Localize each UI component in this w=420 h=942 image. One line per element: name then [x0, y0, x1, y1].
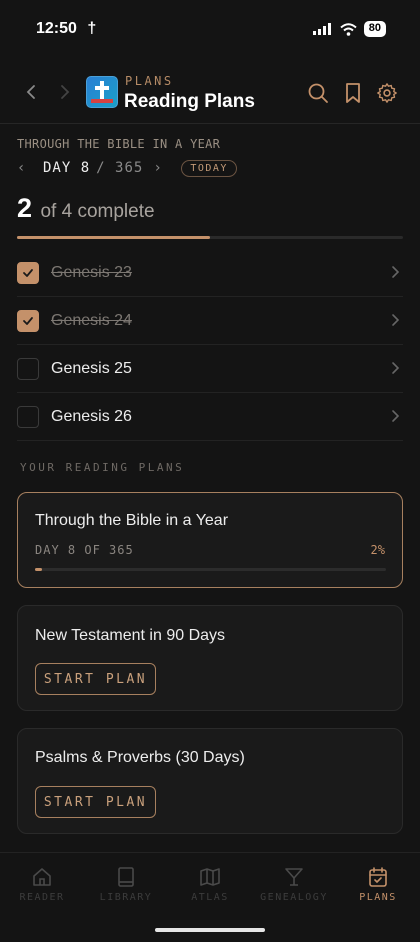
chapter-row[interactable]: Genesis 26 — [17, 393, 403, 441]
plan-card-active[interactable]: Through the Bible in a Year DAY 8 OF 365… — [17, 492, 403, 588]
chevron-right-icon — [392, 314, 400, 326]
chapter-label: Genesis 24 — [51, 311, 132, 329]
back-arrow-icon[interactable] — [22, 82, 42, 102]
chapter-checkbox[interactable] — [17, 357, 39, 380]
plan-progress-bar — [35, 568, 386, 571]
tab-label: LIBRARY — [99, 892, 153, 903]
completed-count: 2 — [17, 193, 33, 223]
start-plan-button[interactable]: START PLAN — [35, 786, 156, 818]
tab-plans[interactable]: PLANS — [336, 865, 420, 903]
status-time: 12:50 † — [36, 20, 96, 38]
plan-card-title: New Testament in 90 Days — [35, 627, 226, 644]
map-icon — [200, 868, 220, 886]
day-label: DAY 8 — [43, 160, 91, 176]
daily-progress-bar — [17, 236, 403, 239]
next-day-icon[interactable]: › — [153, 160, 171, 176]
forward-arrow-icon[interactable] — [54, 82, 74, 102]
chevron-right-icon — [392, 362, 400, 374]
chapter-checkbox[interactable] — [17, 309, 39, 332]
signal-icon — [312, 23, 331, 35]
chapter-checkbox[interactable] — [17, 405, 39, 428]
settings-gear-icon[interactable] — [376, 82, 398, 104]
checkmark-icon — [23, 268, 33, 277]
book-icon — [118, 867, 134, 887]
completion-summary: 2 of 4 complete — [17, 193, 155, 224]
completion-text: of 4 complete — [40, 201, 155, 222]
status-icons: 80 — [312, 21, 386, 37]
page-title: Reading Plans — [124, 91, 255, 112]
bible-logo-icon — [91, 81, 113, 103]
current-plan-name: THROUGH THE BIBLE IN A YEAR — [17, 137, 221, 151]
plan-card-title: Through the Bible in a Year — [35, 512, 229, 529]
chapter-checkbox[interactable] — [17, 261, 39, 284]
plan-progress-fill — [35, 568, 43, 571]
start-plan-button[interactable]: START PLAN — [35, 663, 156, 695]
day-total: / 365 — [96, 160, 144, 176]
home-icon — [33, 868, 51, 886]
chevron-right-icon — [392, 266, 400, 278]
calendar-check-icon — [369, 867, 387, 887]
chapter-label: Genesis 25 — [51, 359, 132, 377]
tab-label: GENEALOGY — [260, 892, 328, 903]
tab-atlas[interactable]: ATLAS — [168, 865, 252, 903]
home-indicator — [155, 928, 265, 932]
plan-card[interactable]: Psalms & Proverbs (30 Days) START PLAN — [17, 728, 403, 834]
tab-label: ATLAS — [191, 892, 229, 903]
wifi-icon — [340, 22, 357, 36]
today-button[interactable]: TODAY — [181, 159, 237, 177]
day-navigator: ‹ DAY 8 / 365 › TODAY — [17, 157, 237, 179]
chevron-right-icon — [392, 410, 400, 422]
header-kicker: PLANS — [125, 74, 174, 88]
chapter-list: Genesis 23 Genesis 24 Genesis 25 Genesis… — [17, 249, 403, 441]
status-bar: 12:50 † 80 — [0, 0, 420, 60]
plan-percent: 2% — [370, 543, 385, 557]
bookmark-icon[interactable] — [342, 82, 364, 104]
chapter-label: Genesis 26 — [51, 407, 132, 425]
chapter-label: Genesis 23 — [51, 263, 132, 281]
plan-day-progress: DAY 8 OF 365 — [35, 543, 134, 557]
chapter-row[interactable]: Genesis 24 — [17, 297, 403, 345]
family-tree-icon — [285, 868, 303, 886]
time-text: 12:50 — [36, 20, 77, 37]
tab-label: READER — [19, 892, 65, 903]
daily-progress-fill — [17, 236, 210, 239]
dagger-icon: † — [87, 20, 97, 37]
previous-day-icon[interactable]: ‹ — [17, 160, 35, 176]
chapter-row[interactable]: Genesis 25 — [17, 345, 403, 393]
section-heading: YOUR READING PLANS — [20, 461, 185, 474]
tab-genealogy[interactable]: GENEALOGY — [252, 865, 336, 903]
tab-label: PLANS — [359, 892, 397, 903]
battery-indicator: 80 — [363, 21, 386, 37]
app-header: PLANS Reading Plans — [0, 60, 420, 124]
app-logo — [86, 76, 118, 108]
plan-card-title: Psalms & Proverbs (30 Days) — [35, 749, 245, 766]
plan-card[interactable]: New Testament in 90 Days START PLAN — [17, 605, 403, 711]
checkmark-icon — [23, 316, 33, 325]
chapter-row[interactable]: Genesis 23 — [17, 249, 403, 297]
tab-reader[interactable]: READER — [0, 865, 84, 903]
tab-library[interactable]: LIBRARY — [84, 865, 168, 903]
search-icon[interactable] — [307, 82, 329, 104]
